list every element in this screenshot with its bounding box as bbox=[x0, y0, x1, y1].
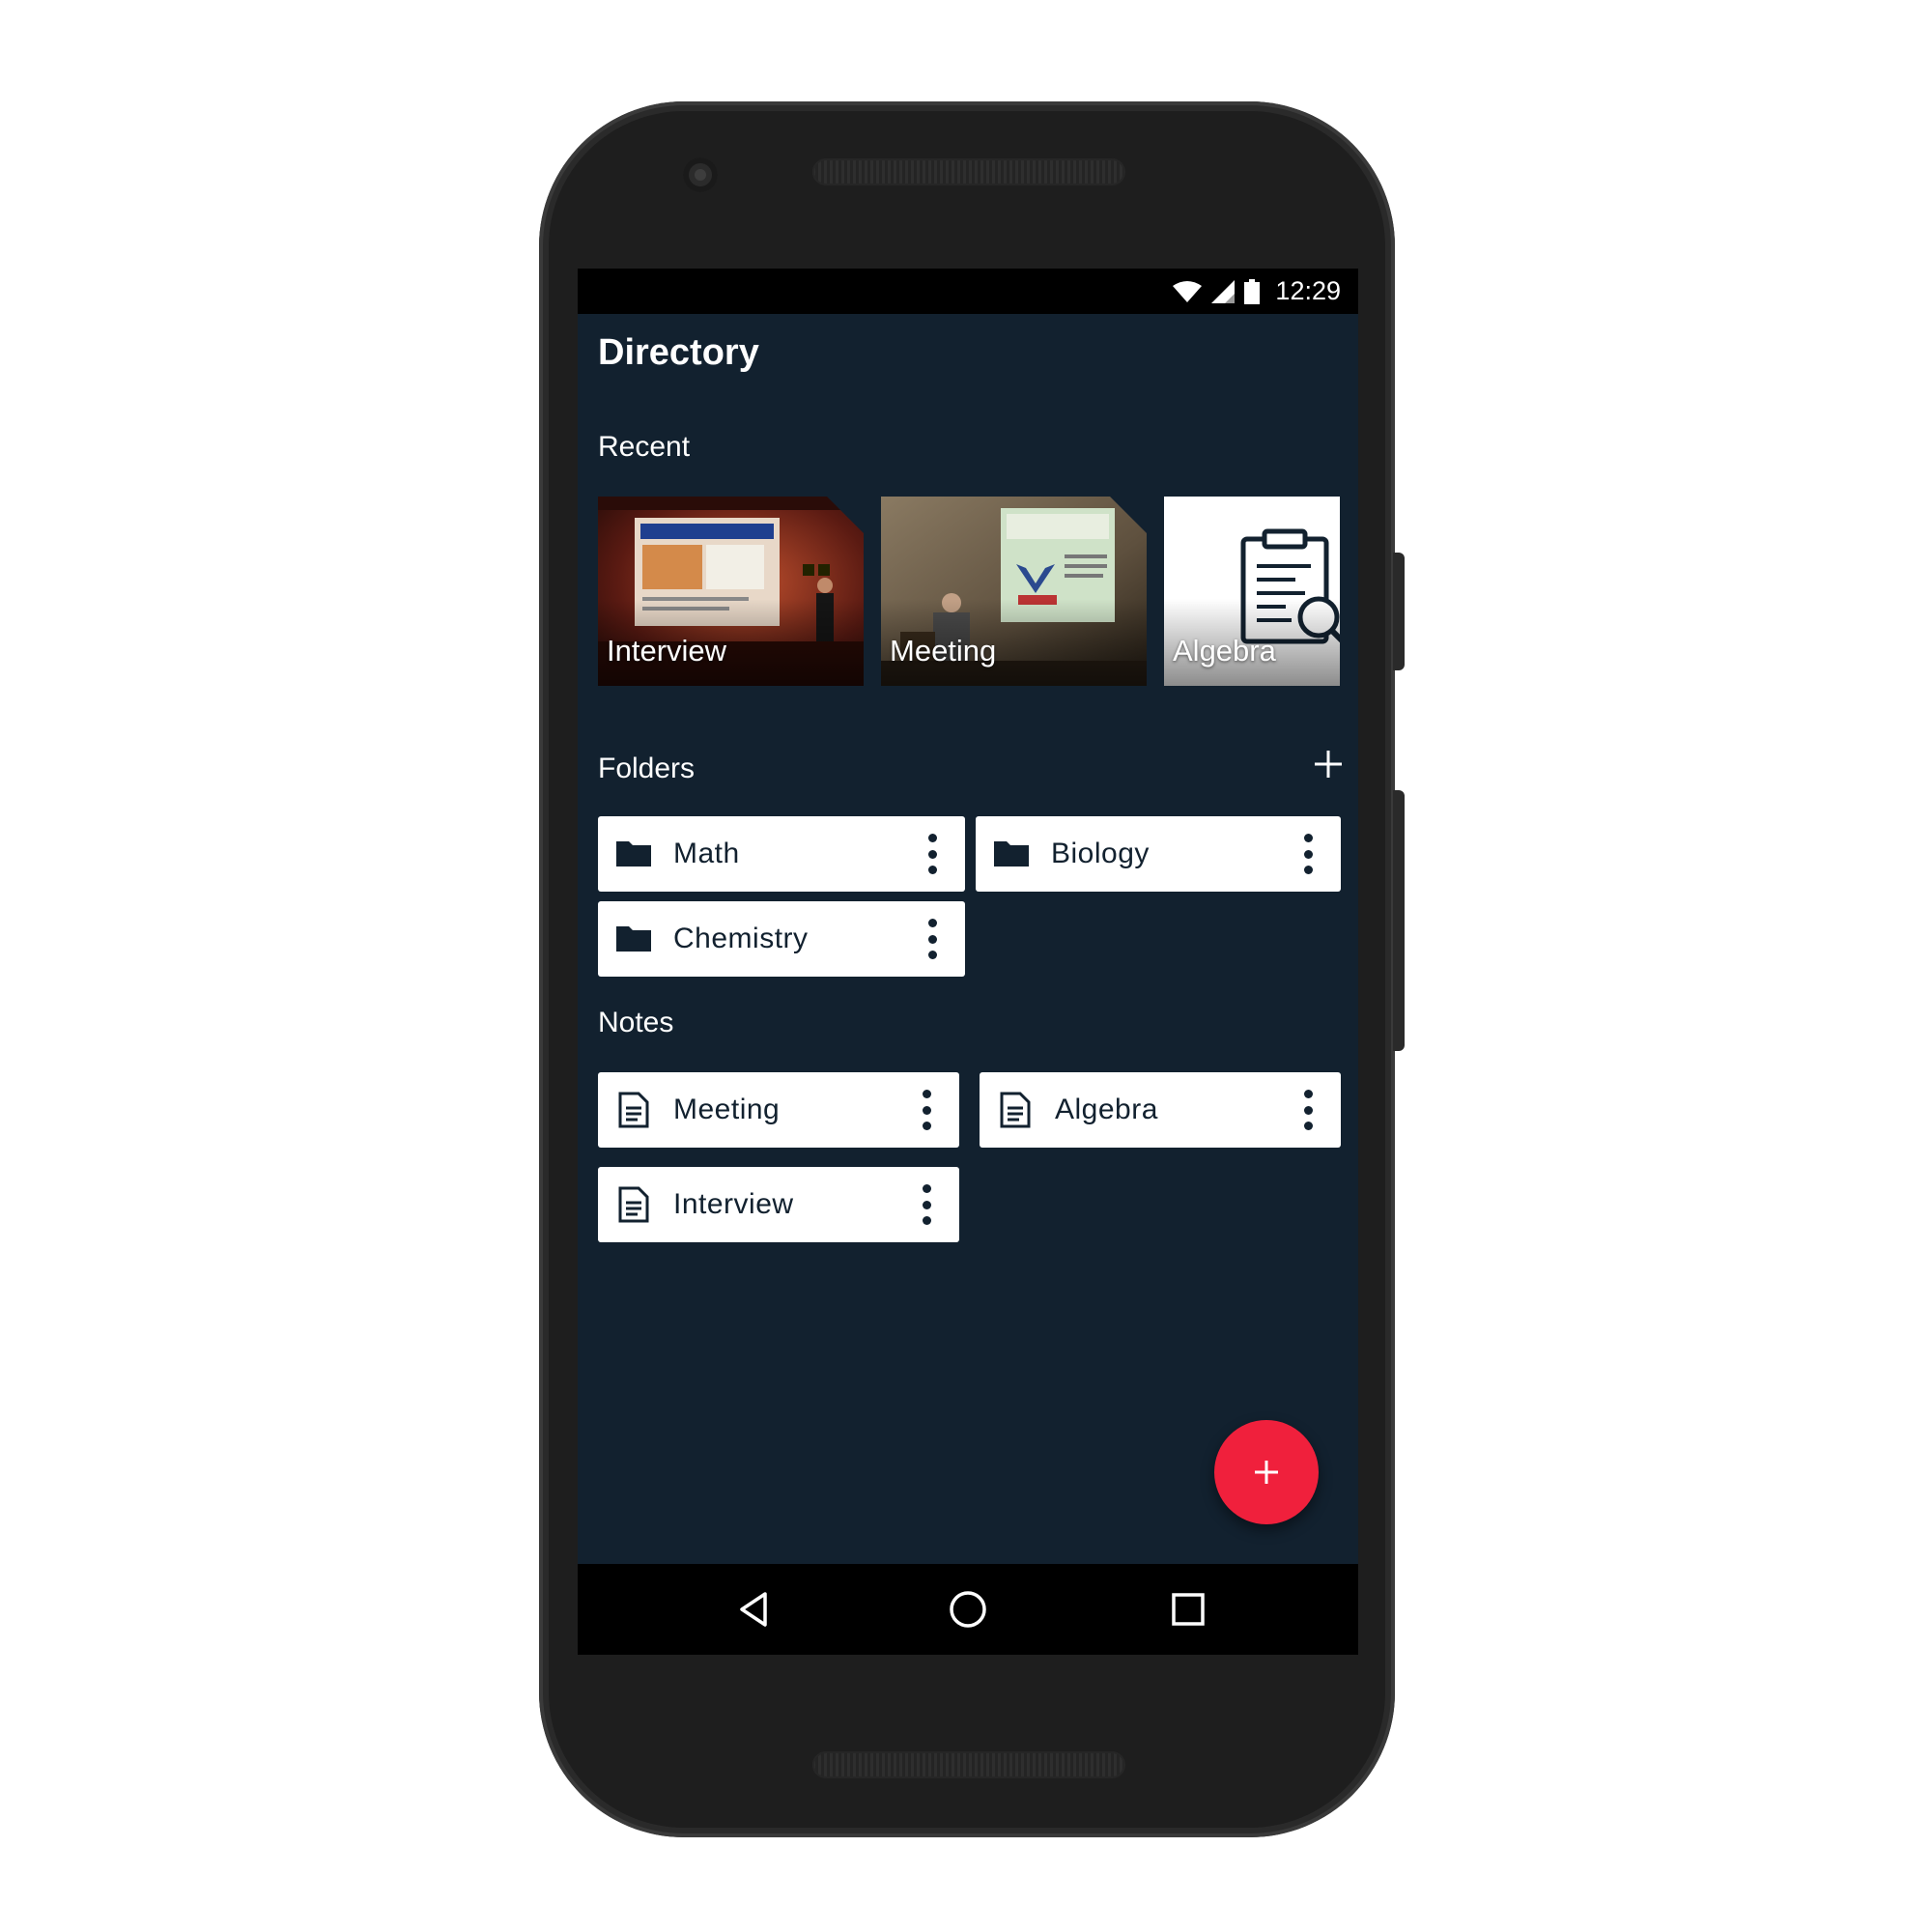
power-button bbox=[1393, 553, 1405, 670]
recent-carousel[interactable]: Interview Meeting Algebra bbox=[598, 497, 1340, 686]
page-title: Directory bbox=[598, 332, 759, 373]
recent-item-label: Interview bbox=[607, 634, 727, 668]
front-camera bbox=[683, 157, 718, 192]
folder-item[interactable]: Biology bbox=[976, 816, 1341, 892]
volume-rocker bbox=[1393, 790, 1405, 1051]
more-vert-icon[interactable] bbox=[926, 834, 938, 874]
cell-signal-icon bbox=[1211, 279, 1236, 303]
folder-label: Math bbox=[673, 838, 740, 869]
more-vert-icon[interactable] bbox=[926, 919, 938, 959]
add-fab-button[interactable] bbox=[1214, 1420, 1319, 1524]
folders-heading: Folders bbox=[598, 753, 696, 784]
battery-icon bbox=[1244, 278, 1261, 304]
folder-icon bbox=[616, 926, 651, 952]
more-vert-icon[interactable] bbox=[1302, 1090, 1314, 1130]
document-icon bbox=[618, 1186, 649, 1223]
page-fold-corner bbox=[827, 497, 864, 533]
status-time: 12:29 bbox=[1275, 276, 1341, 305]
notes-heading: Notes bbox=[598, 1007, 674, 1038]
page-fold-corner bbox=[1110, 497, 1147, 533]
folder-label: Biology bbox=[1051, 838, 1150, 869]
app-screen: 12:29 Directory Recent Interview Meeting… bbox=[578, 269, 1358, 1655]
more-vert-icon[interactable] bbox=[921, 1184, 932, 1225]
note-item[interactable]: Interview bbox=[598, 1167, 959, 1242]
home-icon[interactable] bbox=[947, 1588, 989, 1631]
back-icon[interactable] bbox=[732, 1588, 775, 1631]
note-item[interactable]: Meeting bbox=[598, 1072, 959, 1148]
plus-icon bbox=[1255, 1461, 1278, 1484]
document-icon bbox=[1000, 1092, 1031, 1128]
note-label: Algebra bbox=[1055, 1094, 1158, 1125]
folder-item[interactable]: Math bbox=[598, 816, 965, 892]
recent-item-label: Algebra bbox=[1173, 634, 1276, 668]
note-label: Meeting bbox=[673, 1094, 781, 1125]
folder-item[interactable]: Chemistry bbox=[598, 901, 965, 977]
recent-item-label: Meeting bbox=[890, 634, 997, 668]
folder-icon bbox=[994, 841, 1029, 867]
wifi-icon bbox=[1173, 280, 1203, 302]
note-label: Interview bbox=[673, 1188, 794, 1220]
recent-heading: Recent bbox=[598, 431, 691, 463]
more-vert-icon[interactable] bbox=[921, 1090, 932, 1130]
recent-item-algebra[interactable]: Algebra bbox=[1164, 497, 1340, 686]
add-folder-button[interactable] bbox=[1313, 749, 1344, 780]
recent-item-meeting[interactable]: Meeting bbox=[881, 497, 1147, 686]
bottom-speaker bbox=[812, 1751, 1125, 1778]
more-vert-icon[interactable] bbox=[1302, 834, 1314, 874]
document-icon bbox=[618, 1092, 649, 1128]
folder-label: Chemistry bbox=[673, 923, 809, 954]
system-nav-bar bbox=[578, 1564, 1358, 1655]
folder-icon bbox=[616, 841, 651, 867]
status-bar: 12:29 bbox=[578, 269, 1358, 314]
recent-item-interview[interactable]: Interview bbox=[598, 497, 864, 686]
note-item[interactable]: Algebra bbox=[980, 1072, 1341, 1148]
recents-icon[interactable] bbox=[1167, 1588, 1209, 1631]
top-speaker bbox=[812, 158, 1125, 185]
